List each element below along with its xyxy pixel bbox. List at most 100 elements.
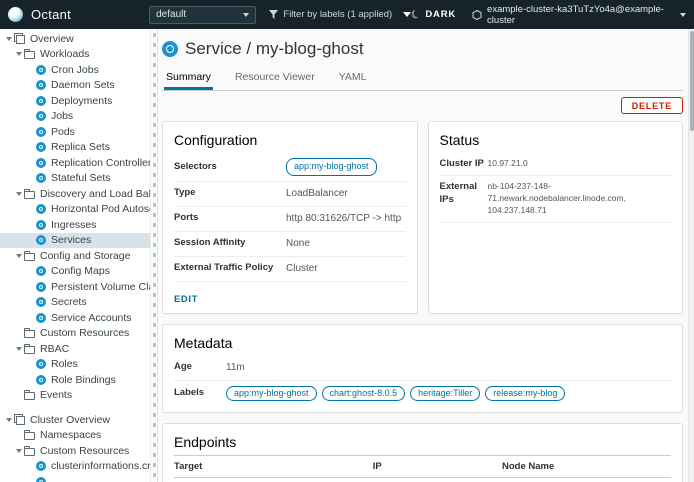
overview-icon [14,414,25,425]
sidebar-item-label: RBAC [40,343,69,355]
sidebar-item-pods[interactable]: Pods [0,124,150,140]
row-value: nb-104-237-148-71.newark.nodebalancer.li… [488,181,672,217]
resource-icon [36,158,46,168]
filter-label: Filter by labels (1 applied) [283,9,397,20]
column-header-node-name: Node Name [502,455,671,477]
sidebar-item-label: Cron Jobs [51,64,99,76]
folder-icon [24,432,35,440]
sidebar-item-horizontal-pod-autoscalers[interactable]: Horizontal Pod Autoscalers [0,202,150,218]
app-title: Octant [31,7,71,22]
folder-icon [24,448,35,456]
metadata-row-labels: Labels app:my-blog-ghostchart:ghost-8.0.… [174,381,671,406]
sidebar-item-label: Daemon Sets [51,79,115,91]
sidebar-item-label: Secrets [51,296,87,308]
config-row-selectors: Selectors app:my-blog-ghost [174,153,406,182]
folder-icon [24,330,35,338]
sidebar-item-config-and-storage[interactable]: Config and Storage [0,248,150,264]
delete-button[interactable]: DELETE [621,97,683,114]
resource-icon [36,461,46,471]
sidebar-item-services[interactable]: Services [0,233,150,249]
sidebar-item-cluster-overview[interactable]: Cluster Overview [0,412,150,428]
resource-icon [36,127,46,137]
sidebar-item-label: Stateful Sets [51,172,111,184]
sidebar-item-daemon-sets[interactable]: Daemon Sets [0,78,150,94]
caret-down-icon[interactable] [3,37,14,41]
sidebar-item-overview[interactable]: Overview [0,31,150,47]
resource-icon [36,375,46,385]
sidebar-item-workloads[interactable]: Workloads [0,47,150,63]
sidebar-item-service-accounts[interactable]: Service Accounts [0,310,150,326]
resource-icon [36,111,46,121]
sidebar-nav: Overview WorkloadsCron Jobs Daemon Sets Dep… [0,29,150,482]
sidebar-item-clusterinformations-crd-projec[interactable]: clusterinformations.crd.projec [0,459,150,475]
config-row-ports: Ports http 80:31626/TCP -> http [174,207,406,232]
resource-icon [36,235,46,245]
label-chip: chart:ghost-8.0.5 [322,386,406,401]
config-row-external-traffic-policy: External Traffic Policy Cluster [174,257,406,282]
tab-yaml[interactable]: YAML [337,69,369,90]
sidebar-item-jobs[interactable]: Jobs [0,109,150,125]
sidebar-item-custom-resources[interactable]: Custom Resources [0,443,150,459]
metadata-row-age: Age 11m [174,356,671,381]
sidebar-item-secrets[interactable]: Secrets [0,295,150,311]
window-scrollbar-thumb[interactable] [690,31,694,131]
sidebar-item-cron-jobs[interactable]: Cron Jobs [0,62,150,78]
sidebar-scrollbar-thumb[interactable] [153,33,156,478]
sidebar-item-config-maps[interactable]: Config Maps [0,264,150,280]
sidebar-item-blank[interactable] [0,474,150,482]
window-scrollbar[interactable] [688,29,694,482]
caret-down-icon[interactable] [3,418,14,422]
sidebar-item-label: Services [51,234,91,246]
row-label: Cluster IP [440,158,488,170]
folder-icon [24,51,35,59]
sidebar-item-rbac[interactable]: RBAC [0,341,150,357]
sidebar-item-label: Overview [30,33,74,45]
sidebar-item-discovery-and-load-balancing[interactable]: Discovery and Load Balancing [0,186,150,202]
sidebar-item-ingresses[interactable]: Ingresses [0,217,150,233]
caret-down-icon[interactable] [13,52,24,56]
overview-icon [14,33,25,44]
sidebar-item-persistent-volume-claims[interactable]: Persistent Volume Claims [0,279,150,295]
caret-down-icon[interactable] [13,192,24,196]
sidebar-item-custom-resources[interactable]: Custom Resources [0,326,150,342]
label-filter[interactable]: Filter by labels (1 applied) [269,6,410,24]
main-content: Service / my-blog-ghost Summary Resource… [158,29,688,482]
resource-icon [36,142,46,152]
label-chips: app:my-blog-ghostchart:ghost-8.0.5herita… [226,386,671,401]
title-row: Service / my-blog-ghost [162,39,683,59]
resource-icon [36,359,46,369]
sidebar-item-namespaces[interactable]: Namespaces [0,428,150,444]
sidebar-item-stateful-sets[interactable]: Stateful Sets [0,171,150,187]
caret-down-icon[interactable] [13,347,24,351]
row-label: Labels [174,387,226,399]
row-value: LoadBalancer [286,187,406,201]
tab-resource-viewer[interactable]: Resource Viewer [233,69,317,90]
theme-toggle[interactable]: ☾ DARK [411,8,456,21]
resource-icon [36,297,46,307]
sidebar-item-replica-sets[interactable]: Replica Sets [0,140,150,156]
sidebar-item-role-bindings[interactable]: Role Bindings [0,372,150,388]
row-label: External IPs [440,181,488,206]
sidebar-item-events[interactable]: Events [0,388,150,404]
context-selector[interactable]: example-cluster-ka3TuTzYo4a@example-clus… [472,4,686,26]
sidebar-item-label: clusterinformations.crd.projec [51,460,150,472]
row-label: Age [174,361,226,373]
caret-down-icon[interactable] [13,254,24,258]
caret-down-icon[interactable] [13,449,24,453]
sidebar-item-roles[interactable]: Roles [0,357,150,373]
metadata-card-title: Metadata [174,335,671,351]
tab-summary[interactable]: Summary [164,69,213,90]
column-header-target: Target [174,455,373,477]
action-row: DELETE [162,97,683,115]
namespace-dropdown[interactable]: default [149,6,256,24]
sidebar-item-replication-controllers[interactable]: Replication Controllers [0,155,150,171]
sidebar-item-label: Persistent Volume Claims [51,281,150,293]
row-value: 10.97.21.0 [488,158,672,170]
sidebar-item-deployments[interactable]: Deployments [0,93,150,109]
sidebar-item-label: Roles [51,358,78,370]
edit-link[interactable]: EDIT [174,294,198,305]
sidebar-item-label: Namespaces [40,429,101,441]
sidebar-scrollbar[interactable] [150,29,158,482]
sidebar-item-label: Config Maps [51,265,110,277]
resource-icon [36,96,46,106]
